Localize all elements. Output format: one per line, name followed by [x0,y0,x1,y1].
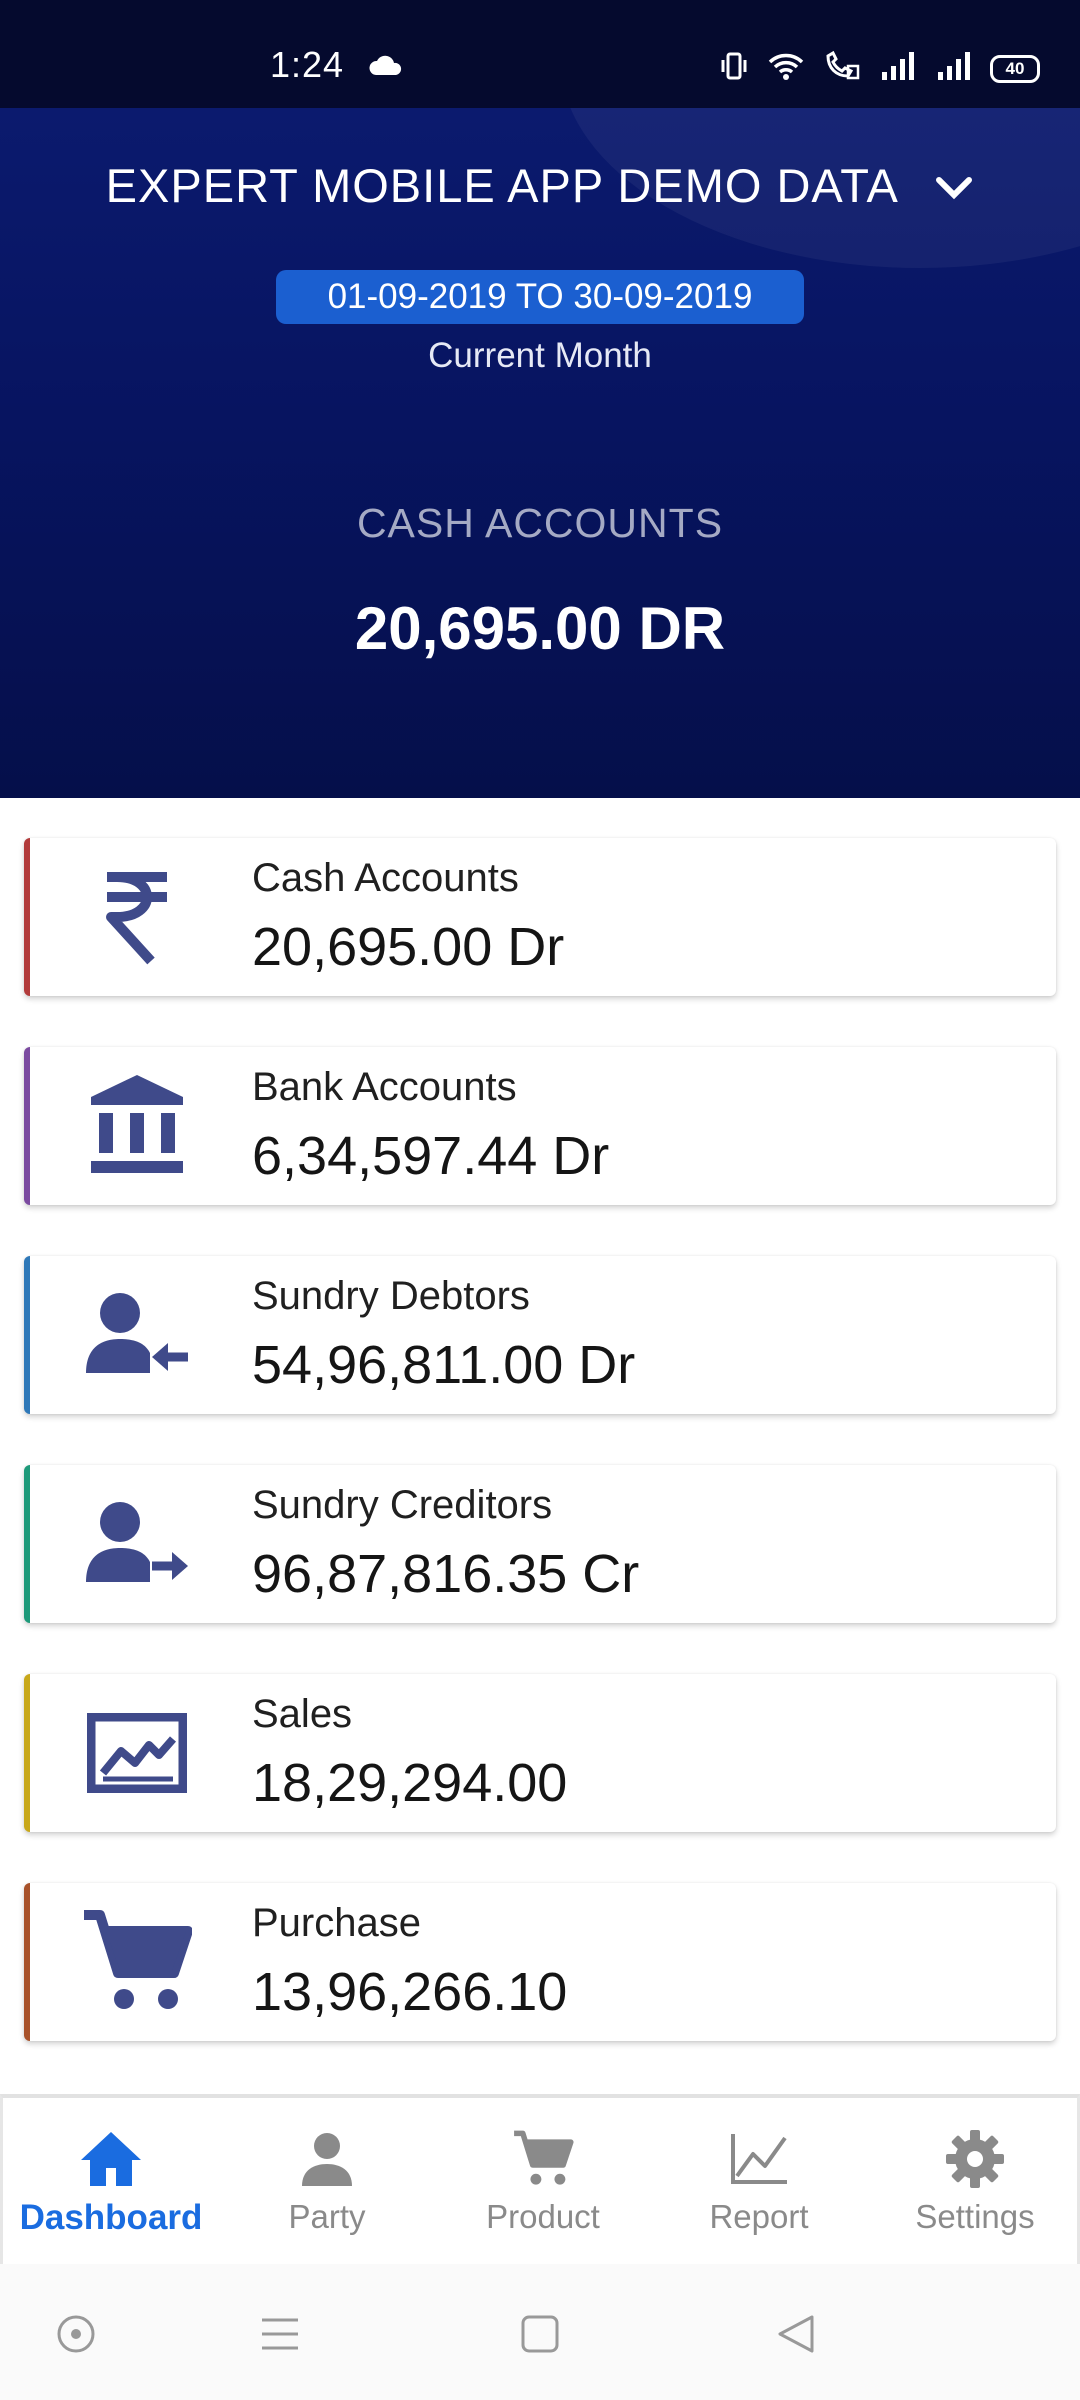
nav-label: Party [288,2198,366,2235]
nav-dashboard[interactable]: Dashboard [3,2098,219,2264]
card-label: Purchase [252,1901,421,1945]
line-chart-icon [651,2124,867,2194]
card-cash-accounts[interactable]: Cash Accounts 20,695.00 Dr [24,838,1056,996]
cart-icon [435,2124,651,2194]
person-icon [219,2124,435,2194]
chart-icon [82,1698,192,1808]
nav-label: Dashboard [19,2198,203,2237]
home-button-icon[interactable] [510,2304,570,2364]
rupee-icon [82,862,192,972]
company-name: EXPERT MOBILE APP DEMO DATA [105,159,897,212]
card-value: 54,96,811.00 Dr [252,1335,636,1395]
assistant-button-icon[interactable] [46,2304,106,2364]
nav-label: Product [486,2198,600,2235]
nav-report[interactable]: Report [651,2098,867,2264]
status-time: 1:24 [270,44,345,85]
system-navigation-bar [0,2264,1080,2400]
card-value: 13,96,266.10 [252,1962,568,2022]
card-value: 18,29,294.00 [252,1753,568,1813]
vibrate-icon [718,50,750,87]
battery-indicator: 40 [990,54,1040,83]
wifi-icon [766,50,806,87]
card-value: 20,695.00 Dr [252,917,565,977]
card-bank-accounts[interactable]: Bank Accounts 6,34,597.44 Dr [24,1047,1056,1205]
nav-party[interactable]: Party [219,2098,435,2264]
bottom-navigation: Dashboard Party Product Report Settings [0,2094,1080,2264]
nav-product[interactable]: Product [435,2098,651,2264]
chevron-down-icon[interactable] [934,157,974,212]
card-label: Bank Accounts [252,1065,517,1109]
card-purchase[interactable]: Purchase 13,96,266.10 [24,1883,1056,2041]
nav-settings[interactable]: Settings [867,2098,1080,2264]
bank-icon [82,1071,192,1181]
card-label: Sundry Creditors [252,1483,553,1527]
cloud-icon [368,54,404,81]
signal-icon-2 [934,50,974,87]
nav-label: Report [709,2198,809,2235]
gear-icon [867,2124,1080,2194]
user-arrow-left-icon [82,1280,192,1390]
card-value: 96,87,816.35 Cr [252,1544,640,1604]
menu-button-icon[interactable] [250,2304,310,2364]
card-label: Cash Accounts [252,856,519,900]
cart-icon [82,1907,192,2017]
call-icon [822,50,862,87]
card-sundry-debtors[interactable]: Sundry Debtors 54,96,811.00 Dr [24,1256,1056,1414]
summary-value: 20,695.00 DR [354,595,726,662]
signal-icon [878,50,918,87]
home-icon [3,2124,219,2194]
card-sales[interactable]: Sales 18,29,294.00 [24,1674,1056,1832]
period-label: Current Month [428,336,652,375]
summary-title: CASH ACCOUNTS [356,500,724,546]
nav-label: Settings [915,2198,1035,2235]
status-bar: 1:24 40 [0,0,1080,108]
status-icons: 40 [718,50,1040,87]
card-value: 6,34,597.44 Dr [252,1126,610,1186]
date-range-badge[interactable]: 01-09-2019 TO 30-09-2019 [276,270,804,324]
back-button-icon[interactable] [766,2304,826,2364]
card-label: Sales [252,1692,353,1736]
card-sundry-creditors[interactable]: Sundry Creditors 96,87,816.35 Cr [24,1465,1056,1623]
company-selector[interactable]: EXPERT MOBILE APP DEMO DATA [0,158,1080,213]
user-arrow-right-icon [82,1489,192,1599]
card-label: Sundry Debtors [252,1274,530,1318]
dashboard-header: EXPERT MOBILE APP DEMO DATA 01-09-2019 T… [0,108,1080,798]
